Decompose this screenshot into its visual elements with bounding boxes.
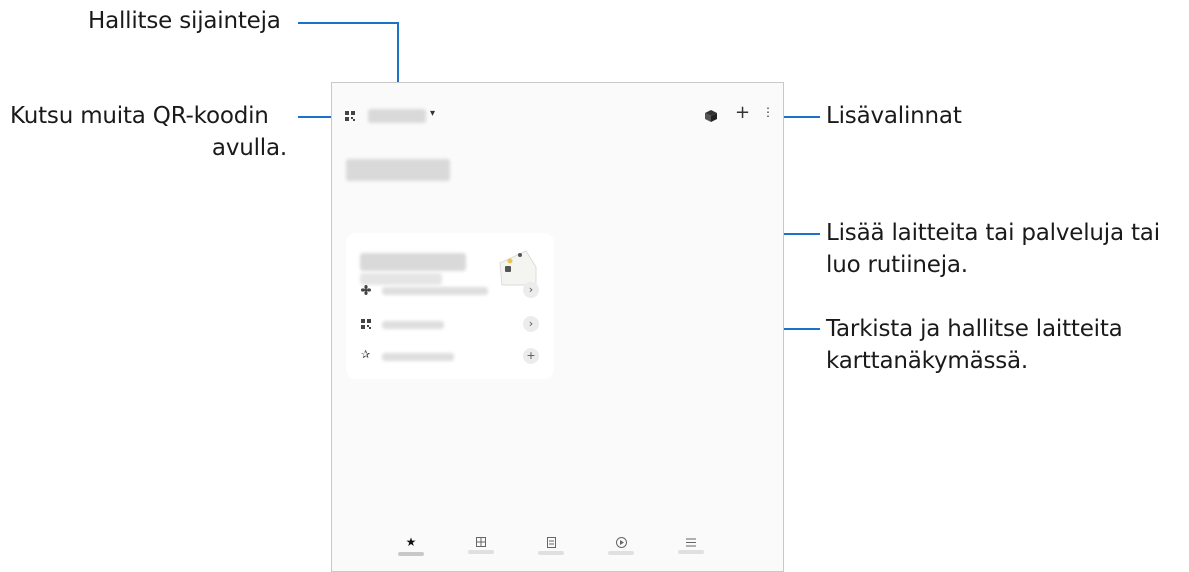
nav-label	[608, 551, 634, 555]
nav-label	[538, 551, 564, 555]
house-illustration	[499, 250, 537, 286]
add-button[interactable]: +	[523, 348, 539, 364]
chevron-right-icon[interactable]: ›	[523, 316, 539, 332]
callout-manage-locations: Hallitse sijainteja	[88, 8, 281, 34]
page-title	[346, 159, 450, 181]
map-view-icon[interactable]	[705, 110, 717, 122]
qr-code-icon	[361, 319, 371, 329]
callout-more-options: Lisävalinnat	[826, 103, 962, 129]
star-icon: ★	[405, 535, 417, 549]
leader-manage-locations-h	[298, 22, 398, 24]
tablet-screen: ▾ + ⋮ › › ✰ + ★	[331, 82, 784, 572]
nav-label	[468, 550, 494, 554]
callout-map-view-line2: karttanäkymässä.	[826, 348, 1029, 374]
devices-icon	[476, 537, 486, 547]
nav-label	[398, 552, 424, 556]
nav-favorites[interactable]: ★	[396, 535, 426, 556]
row-label	[382, 321, 444, 329]
nav-devices[interactable]	[466, 535, 496, 554]
callout-invite-qr-line2: avulla.	[211, 135, 287, 161]
star-icon: ✰	[361, 348, 371, 361]
plus-icon[interactable]: +	[735, 103, 750, 123]
callout-add-devices-line1: Lisää laitteita tai palveluja tai	[826, 220, 1160, 246]
chevron-right-icon[interactable]: ›	[523, 282, 539, 298]
row-label	[382, 287, 488, 295]
menu-icon	[686, 538, 696, 547]
nav-menu[interactable]	[676, 535, 706, 554]
card-title	[360, 253, 466, 271]
card-subtitle	[360, 273, 442, 285]
row-label	[382, 353, 454, 361]
home-card: › › ✰ +	[346, 233, 554, 379]
callout-add-devices-line2: luo rutiineja.	[826, 252, 968, 278]
location-name[interactable]	[368, 109, 426, 123]
more-vertical-icon[interactable]: ⋮	[762, 106, 774, 118]
fan-icon	[361, 285, 371, 295]
nav-life[interactable]	[536, 535, 566, 555]
nav-label	[678, 550, 704, 554]
qr-code-icon[interactable]	[345, 111, 355, 121]
callout-map-view-line1: Tarkista ja hallitse laitteita	[826, 316, 1123, 342]
caret-down-icon[interactable]: ▾	[430, 108, 435, 119]
life-icon	[546, 537, 556, 548]
routines-icon	[615, 537, 627, 548]
callout-invite-qr-line1: Kutsu muita QR-koodin	[10, 103, 269, 129]
nav-routines[interactable]	[606, 535, 636, 555]
